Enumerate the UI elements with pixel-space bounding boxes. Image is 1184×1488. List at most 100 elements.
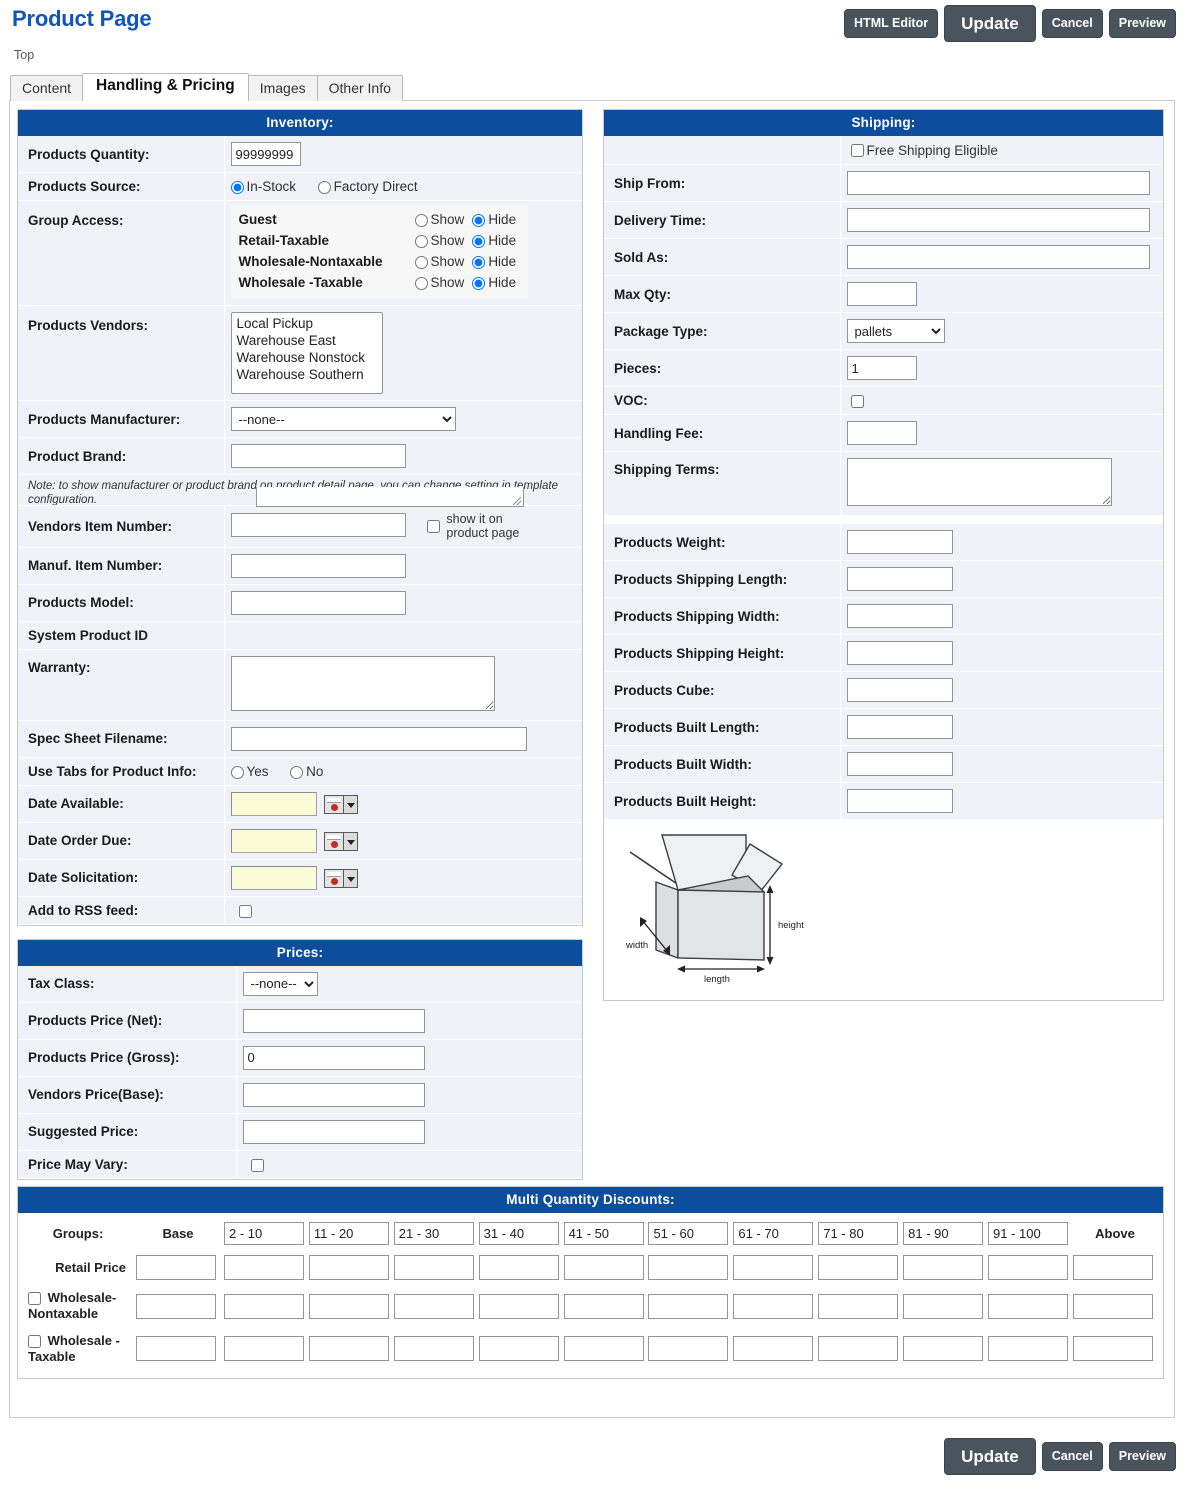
vendor-option[interactable]: Warehouse Southern [234, 366, 380, 383]
discount-range-input[interactable] [393, 1222, 474, 1245]
free-shipping-checkbox[interactable] [850, 144, 864, 158]
discount-cell-input[interactable] [308, 1255, 389, 1280]
sold-as-input[interactable] [846, 245, 1150, 270]
discount-cell-input[interactable] [1073, 1255, 1153, 1280]
html-editor-button[interactable]: HTML Editor [844, 9, 939, 38]
wholesale-taxable-hide-option[interactable]: Hide [472, 275, 516, 290]
use-tabs-yes-radio[interactable] [230, 765, 244, 779]
discount-cell-input[interactable] [224, 1255, 304, 1280]
radio-in-stock[interactable]: In-Stock [230, 179, 296, 194]
discount-cell-input[interactable] [988, 1255, 1069, 1280]
shipping-width-input[interactable] [846, 604, 953, 629]
discount-range-input[interactable] [563, 1222, 644, 1245]
discount-cell-input[interactable] [733, 1293, 814, 1319]
shipping-height-input[interactable] [846, 641, 953, 666]
wholesale-taxable-hide-radio[interactable] [472, 276, 486, 290]
use-tabs-yes-option[interactable]: Yes [230, 764, 269, 779]
discount-cell-input[interactable] [136, 1293, 216, 1319]
date-available-calendar-button[interactable] [324, 795, 359, 815]
products-vendors-listbox[interactable]: Local Pickup Warehouse East Warehouse No… [230, 312, 383, 394]
wholesale-taxable-show-radio[interactable] [414, 276, 428, 290]
guest-show-option[interactable]: Show [414, 212, 464, 227]
discount-cell-input[interactable] [308, 1336, 389, 1362]
tab-images[interactable]: Images [247, 74, 318, 101]
discount-range-input[interactable] [224, 1222, 304, 1245]
tab-handling-and-pricing[interactable]: Handling & Pricing [82, 73, 249, 101]
tab-content[interactable]: Content [10, 74, 84, 101]
products-model-input[interactable] [230, 590, 406, 615]
date-order-due-calendar-button[interactable] [324, 832, 359, 852]
discount-cell-input[interactable] [136, 1255, 216, 1280]
wholesale-nontaxable-hide-radio[interactable] [472, 255, 486, 269]
cancel-button-top[interactable]: Cancel [1041, 9, 1103, 38]
wholesale-taxable-checkbox[interactable] [28, 1334, 41, 1348]
discount-cell-input[interactable] [393, 1255, 474, 1280]
discount-cell-input[interactable] [1073, 1336, 1153, 1362]
discount-cell-input[interactable] [478, 1293, 559, 1319]
discount-range-input[interactable] [648, 1222, 729, 1245]
date-solicitation-calendar-button[interactable] [324, 869, 359, 889]
discount-range-input[interactable] [733, 1222, 814, 1245]
built-height-input[interactable] [846, 789, 953, 814]
date-available-input[interactable] [230, 791, 317, 816]
discount-cell-input[interactable] [818, 1336, 899, 1362]
discount-cell-input[interactable] [903, 1255, 984, 1280]
discount-cell-input[interactable] [393, 1293, 474, 1319]
discount-range-input[interactable] [903, 1222, 984, 1245]
max-qty-input[interactable] [846, 282, 917, 307]
preview-button-bottom[interactable]: Preview [1108, 1442, 1176, 1471]
vendor-option[interactable]: Local Pickup [234, 315, 380, 332]
radio-factory-direct-input[interactable] [317, 180, 331, 194]
retail-taxable-hide-radio[interactable] [472, 234, 486, 248]
date-solicitation-input[interactable] [230, 865, 317, 890]
voc-checkbox[interactable] [850, 395, 864, 409]
discount-cell-input[interactable] [1073, 1293, 1153, 1319]
update-button-bottom[interactable]: Update [944, 1438, 1036, 1475]
wholesale-nontaxable-show-radio[interactable] [414, 255, 428, 269]
retail-taxable-show-option[interactable]: Show [414, 233, 464, 248]
vendors-item-number-input[interactable] [230, 513, 406, 538]
retail-taxable-hide-option[interactable]: Hide [472, 233, 516, 248]
vendors-price-base-input[interactable] [242, 1082, 425, 1107]
ship-from-input[interactable] [846, 171, 1150, 196]
built-width-input[interactable] [846, 752, 953, 777]
price-may-vary-checkbox[interactable] [250, 1158, 264, 1172]
discount-range-input[interactable] [308, 1222, 389, 1245]
preview-button-top[interactable]: Preview [1108, 9, 1176, 38]
discount-range-input[interactable] [478, 1222, 559, 1245]
products-weight-input[interactable] [846, 530, 953, 555]
discount-cell-input[interactable] [988, 1293, 1069, 1319]
discount-cell-input[interactable] [393, 1336, 474, 1362]
date-order-due-input[interactable] [230, 828, 317, 853]
tax-class-select[interactable]: --none-- [242, 971, 318, 996]
suggested-price-input[interactable] [242, 1119, 425, 1144]
discount-cell-input[interactable] [903, 1293, 984, 1319]
spec-sheet-filename-input[interactable] [230, 726, 527, 751]
wholesale-nontaxable-checkbox[interactable] [28, 1292, 41, 1305]
discount-cell-input[interactable] [818, 1293, 899, 1319]
discount-range-input[interactable] [988, 1222, 1069, 1245]
use-tabs-no-option[interactable]: No [290, 764, 323, 779]
discount-cell-input[interactable] [648, 1336, 729, 1362]
discount-cell-input[interactable] [733, 1336, 814, 1362]
free-shipping-option[interactable]: Free Shipping Eligible [850, 142, 998, 158]
add-to-rss-checkbox[interactable] [238, 904, 252, 918]
shipping-terms-textarea[interactable] [846, 458, 1112, 507]
shipping-length-input[interactable] [846, 567, 953, 592]
products-cube-input[interactable] [846, 678, 953, 703]
vendor-option[interactable]: Warehouse Nonstock [234, 349, 380, 366]
guest-hide-radio[interactable] [472, 213, 486, 227]
retail-taxable-show-radio[interactable] [414, 234, 428, 248]
discount-cell-input[interactable] [224, 1336, 304, 1362]
built-length-input[interactable] [846, 715, 953, 740]
guest-hide-option[interactable]: Hide [472, 212, 516, 227]
delivery-time-input[interactable] [846, 208, 1150, 233]
wholesale-taxable-show-option[interactable]: Show [414, 275, 464, 290]
price-net-input[interactable] [242, 1008, 425, 1033]
pieces-input[interactable] [846, 356, 917, 381]
discount-cell-input[interactable] [478, 1336, 559, 1362]
breadcrumb[interactable]: Top [14, 48, 34, 62]
discount-range-input[interactable] [818, 1222, 899, 1245]
radio-in-stock-input[interactable] [230, 180, 244, 194]
package-type-select[interactable]: pallets [846, 319, 945, 344]
